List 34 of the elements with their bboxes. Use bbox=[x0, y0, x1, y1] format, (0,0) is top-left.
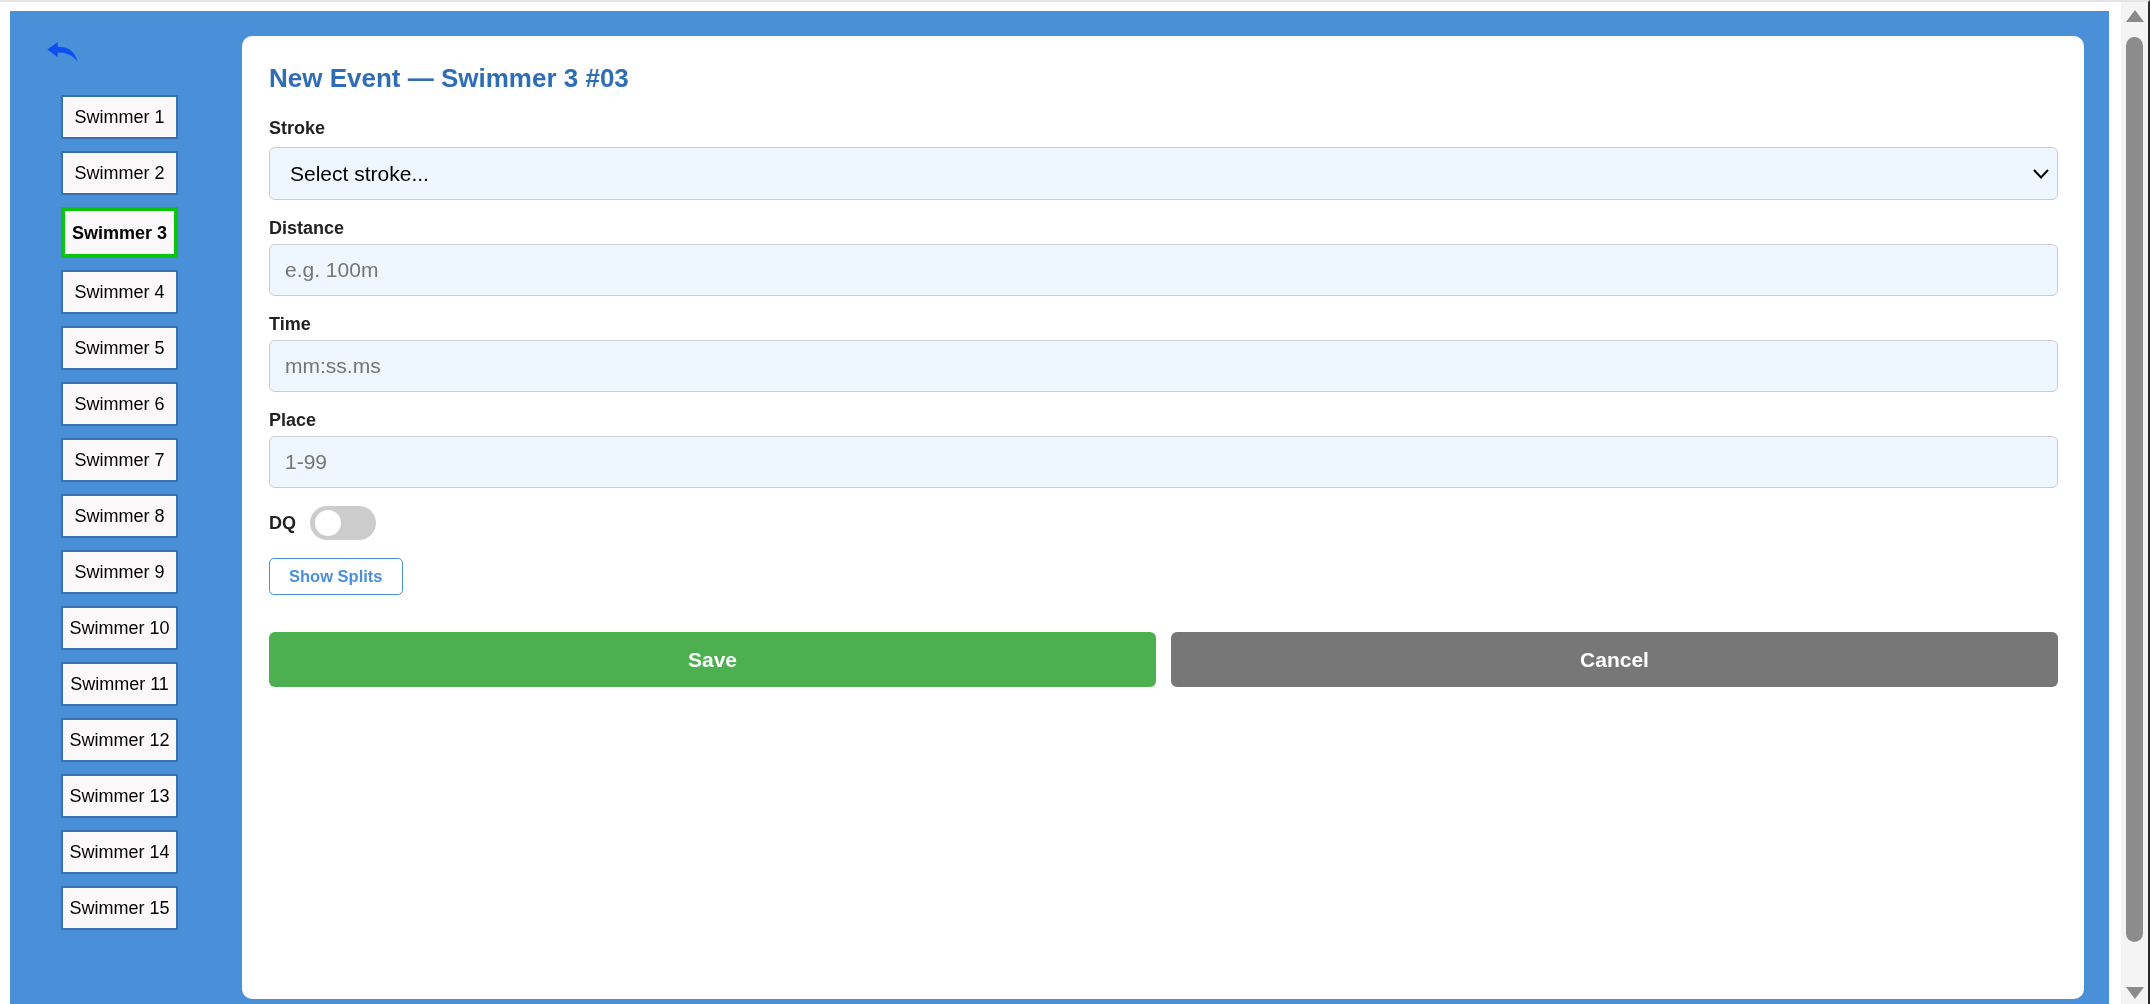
field-label: Distance bbox=[269, 217, 345, 239]
swimmer-button[interactable]: Swimmer 3 bbox=[61, 207, 178, 258]
input-field[interactable]: e.g. 100m bbox=[269, 244, 2058, 296]
dq-toggle[interactable] bbox=[310, 506, 376, 540]
swimmer-button[interactable]: Swimmer 4 bbox=[61, 270, 178, 314]
swimmer-button[interactable]: Swimmer 15 bbox=[61, 886, 178, 930]
input-field[interactable]: 1-99 bbox=[269, 436, 2058, 488]
field-label: Stroke bbox=[269, 117, 326, 139]
arrow-up-icon[interactable] bbox=[2125, 10, 2144, 22]
field-label: Place bbox=[269, 409, 317, 431]
swimmer-button[interactable]: Swimmer 8 bbox=[61, 494, 178, 538]
swimmer-button[interactable]: Swimmer 6 bbox=[61, 382, 178, 426]
arrow-down-icon[interactable] bbox=[2125, 987, 2144, 999]
swimmer-button[interactable]: Swimmer 9 bbox=[61, 550, 178, 594]
swimmer-button[interactable]: Swimmer 5 bbox=[61, 326, 178, 370]
field-label: Time bbox=[269, 313, 311, 335]
swimmer-button[interactable]: Swimmer 13 bbox=[61, 774, 178, 818]
swimmer-button[interactable]: Swimmer 14 bbox=[61, 830, 178, 874]
back-arrow-icon[interactable] bbox=[47, 42, 78, 62]
swimmer-button[interactable]: Swimmer 2 bbox=[61, 151, 178, 195]
toggle-knob bbox=[315, 510, 341, 536]
swimmer-button[interactable]: Swimmer 12 bbox=[61, 718, 178, 762]
form-title: New Event — Swimmer 3 #03 bbox=[269, 63, 629, 93]
swimmer-button[interactable]: Swimmer 10 bbox=[61, 606, 178, 650]
dq-label: DQ bbox=[269, 512, 296, 534]
cancel-button[interactable]: Cancel bbox=[1171, 632, 2058, 687]
input-field[interactable]: mm:ss.ms bbox=[269, 340, 2058, 392]
swimmer-button[interactable]: Swimmer 11 bbox=[61, 662, 178, 706]
scrollbar-thumb[interactable] bbox=[2126, 37, 2143, 942]
chevron-down-icon bbox=[2033, 168, 2049, 179]
dropdown-field[interactable]: Select stroke... bbox=[269, 147, 2058, 200]
swimmer-button[interactable]: Swimmer 7 bbox=[61, 438, 178, 482]
scrollbar[interactable] bbox=[2121, 2, 2148, 1004]
swimmer-button[interactable]: Swimmer 1 bbox=[61, 95, 178, 139]
